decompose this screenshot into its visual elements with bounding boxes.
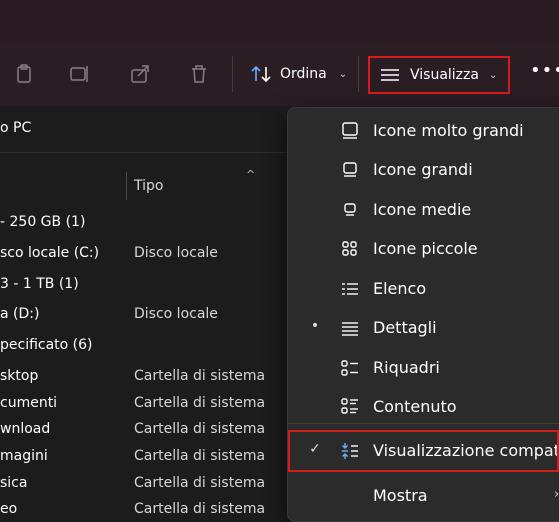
table-row[interactable]: wnload Cartella di sistema (0, 421, 265, 437)
item-name: cumenti (0, 395, 58, 411)
rename-icon[interactable] (68, 62, 92, 86)
sort-icon (251, 65, 271, 83)
group-header[interactable]: - 250 GB (1) (0, 214, 85, 230)
item-type: Disco locale (134, 306, 218, 322)
toolbar-separator (358, 56, 359, 92)
menu-item-small-icons[interactable]: Icone piccole (288, 231, 559, 267)
sort-up-icon: ^ (246, 168, 256, 181)
item-type: Cartella di sistema (134, 368, 266, 384)
selected-dot-icon: • (310, 318, 320, 334)
table-row[interactable]: a (D:) Disco locale (0, 306, 218, 322)
chevron-down-icon: ⌄ (338, 68, 348, 80)
item-name: sktop (0, 368, 39, 384)
item-name: sco locale (C:) (0, 245, 100, 261)
chevron-right-icon: › (554, 487, 559, 502)
table-row[interactable]: sica Cartella di sistema (0, 475, 265, 491)
menu-item-list[interactable]: Elenco (288, 271, 559, 307)
grid-icon (342, 241, 357, 256)
item-name: eo (0, 501, 18, 517)
menu-item-extra-large-icons[interactable]: Icone molto grandi (288, 113, 559, 149)
item-type: Cartella di sistema (134, 395, 266, 411)
menu-item-label: Elenco (373, 279, 427, 298)
item-type: Disco locale (134, 245, 218, 261)
view-button-highlight (368, 56, 510, 94)
item-name: magini (0, 448, 48, 464)
title-bar (0, 0, 559, 42)
menu-item-label: Icone piccole (373, 239, 478, 258)
table-row[interactable]: sktop Cartella di sistema (0, 368, 265, 384)
item-name: sica (0, 475, 28, 491)
more-options-button[interactable]: ••• (530, 60, 559, 81)
table-row[interactable]: sco locale (C:) Disco locale (0, 245, 218, 261)
monitor-large-icon (342, 122, 358, 139)
toolbar-separator (232, 56, 233, 92)
tiles-icon (341, 360, 358, 376)
menu-item-details[interactable]: • Dettagli (288, 310, 559, 346)
menu-item-content[interactable]: Contenuto (288, 389, 559, 425)
delete-icon[interactable] (187, 62, 211, 86)
item-name: a (D:) (0, 306, 40, 322)
menu-item-label: Mostra (373, 486, 428, 505)
paste-icon[interactable] (12, 62, 36, 86)
details-icon (342, 322, 358, 336)
monitor-icon (343, 162, 357, 177)
menu-item-label: Dettagli (373, 318, 437, 337)
column-separator[interactable] (126, 172, 127, 200)
sort-button[interactable]: Ordina ⌄ (250, 56, 347, 92)
table-row[interactable]: cumenti Cartella di sistema (0, 395, 265, 411)
divider (0, 152, 300, 153)
menu-separator (288, 423, 559, 424)
sort-label: Ordina (280, 66, 327, 82)
item-type: Cartella di sistema (134, 448, 266, 464)
compact-view-highlight (288, 430, 559, 472)
menu-item-label: Contenuto (373, 397, 457, 416)
item-type: Cartella di sistema (134, 501, 266, 517)
content-icon (341, 398, 358, 414)
menu-item-show[interactable]: Mostra › (288, 478, 559, 514)
menu-item-large-icons[interactable]: Icone grandi (288, 152, 559, 188)
group-header[interactable]: 3 - 1 TB (1) (0, 276, 79, 292)
menu-item-medium-icons[interactable]: Icone medie (288, 192, 559, 228)
address-bar[interactable]: o PC (0, 120, 31, 136)
item-name: wnload (0, 421, 51, 437)
menu-item-tiles[interactable]: Riquadri (288, 350, 559, 386)
share-icon[interactable] (128, 62, 152, 86)
table-row[interactable]: eo Cartella di sistema (0, 501, 265, 517)
item-type: Cartella di sistema (134, 475, 266, 491)
monitor-small-icon (344, 203, 356, 216)
menu-item-label: Riquadri (373, 358, 440, 377)
group-header[interactable]: pecificato (6) (0, 337, 93, 353)
column-header-type[interactable]: Tipo (134, 178, 163, 194)
menu-item-label: Icone medie (373, 200, 472, 219)
menu-item-label: Icone grandi (373, 160, 473, 179)
item-type: Cartella di sistema (134, 421, 266, 437)
list-icon (342, 283, 358, 295)
table-row[interactable]: magini Cartella di sistema (0, 448, 265, 464)
menu-item-label: Icone molto grandi (373, 121, 524, 140)
